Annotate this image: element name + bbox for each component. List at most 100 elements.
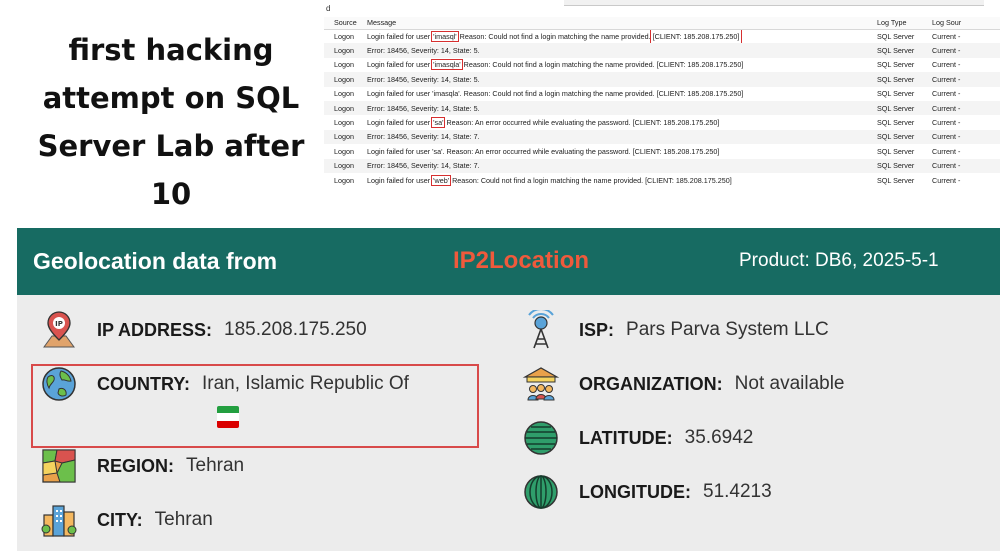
city-field: CITY: Tehran [39, 500, 213, 540]
cell-source: Logon [324, 43, 364, 58]
client-address: [CLIENT: 185.208.175.250] [632, 118, 720, 128]
table-row[interactable]: Logon Login failed for user 'imasql' Reas… [324, 29, 1000, 44]
longitude-label: LONGITUDE: [579, 481, 691, 502]
table-row[interactable]: Logon Error: 18456, Severity: 14, State: … [324, 158, 1000, 173]
table-row[interactable]: Logon Error: 18456, Severity: 14, State: … [324, 100, 1000, 116]
caption-line: attempt on SQL [42, 81, 300, 115]
product-version: Product: DB6, 2025-5-1 [739, 250, 939, 271]
ip-address-label: IP ADDRESS: [97, 319, 213, 340]
cell-message: Login failed for user 'imasql' Reason: C… [364, 29, 874, 44]
latitude-field: LATITUDE: 35.6942 [521, 418, 753, 458]
cell-log-type: SQL Server [877, 175, 915, 185]
event-log-table: Source Message Log Type Log Sour Logon Lo… [324, 17, 1000, 187]
highlighted-username: 'imasqla' [431, 59, 463, 71]
table-row[interactable]: Logon Login failed for user 'web' Reason:… [324, 173, 1000, 187]
cell-log-type: SQL Server [877, 31, 915, 41]
isp-field: ISP: Pars Parva System LLC [521, 310, 829, 350]
cell-log-source: Current - [929, 158, 1000, 173]
city-label: CITY: [97, 509, 143, 530]
cell-message: Login failed for user 'imasqla' Reason: … [364, 58, 874, 72]
cell-log-source: Current - [932, 175, 961, 185]
cell-source: Logon [324, 100, 364, 116]
region-label: REGION: [97, 455, 175, 476]
highlighted-username: 'sa' [431, 117, 446, 129]
organization-building-icon [521, 364, 561, 404]
country-highlight-box [31, 364, 479, 448]
cell-log-type: SQL Server [877, 118, 915, 128]
organization-value: Not available [734, 373, 845, 394]
region-map-icon [39, 446, 79, 486]
latitude-globe-icon [521, 418, 561, 458]
column-header-log-source[interactable]: Log Sour [929, 17, 1000, 30]
latitude-label: LATITUDE: [579, 427, 673, 448]
table-row[interactable]: Logon Login failed for user 'imasqla'. Re… [324, 87, 1000, 101]
organization-field: ORGANIZATION: Not available [521, 364, 845, 404]
cell-log-source: Current - [932, 118, 961, 128]
cell-log-source: Current - [929, 129, 1000, 145]
cell-log-type: SQL Server [877, 89, 915, 99]
cell-log-source: Current - [929, 100, 1000, 116]
cell-log-type: SQL Server [877, 60, 915, 70]
cell-source: Logon [324, 129, 364, 145]
cell-message: Login failed for user 'sa' Reason: An er… [364, 115, 874, 129]
message-text: Login failed for user [367, 31, 433, 41]
cell-log-source: Current - [932, 60, 961, 70]
cell-message: Error: 18456, Severity: 14, State: 7. [364, 129, 874, 145]
highlighted-username: 'web' [431, 174, 452, 186]
table-row[interactable]: Logon Login failed for user 'imasqla' Rea… [324, 58, 1000, 72]
longitude-field: LONGITUDE: 51.4213 [521, 472, 772, 512]
column-header-source[interactable]: Source [324, 17, 364, 30]
cell-log-source: Current - [932, 89, 961, 99]
caption-line: Server Lab after 10 [37, 129, 305, 211]
cell-source: Logon [334, 89, 354, 99]
cell-source: Logon [334, 118, 354, 128]
ip2location-brand[interactable]: IP2Location [453, 247, 589, 275]
column-header-message[interactable]: Message [364, 17, 874, 30]
caption-line: first hacking [68, 33, 274, 67]
cell-source: Logon [334, 146, 354, 156]
cell-source: Logon [334, 175, 354, 185]
region-value: Tehran [186, 455, 245, 476]
cell-source: Logon [334, 60, 354, 70]
region-field: REGION: Tehran [39, 446, 244, 486]
cell-log-type: SQL Server [874, 158, 929, 173]
column-header-log-type[interactable]: Log Type [874, 17, 929, 30]
event-log-screenshot: d Source Message Log Type Log Sour Logon… [324, 0, 1000, 206]
cell-source: Logon [324, 158, 364, 173]
message-text: Login failed for user [367, 60, 433, 70]
isp-label: ISP: [579, 319, 615, 340]
table-row[interactable]: Logon Error: 18456, Severity: 14, State: … [324, 72, 1000, 87]
table-row[interactable]: Logon Error: 18456, Severity: 14, State: … [324, 129, 1000, 145]
message-text: Reason: Could not find a login matching … [457, 31, 653, 41]
highlighted-username: 'imasql' [431, 30, 459, 42]
cell-source: Logon [324, 72, 364, 87]
cell-message: Login failed for user 'web' Reason: Coul… [364, 173, 874, 187]
message-text: Reason: Could not find a login matching … [450, 175, 646, 185]
cell-message: Error: 18456, Severity: 14, State: 7. [364, 158, 874, 173]
table-row[interactable]: Logon Error: 18456, Severity: 14, State: … [324, 43, 1000, 58]
ip-address-field: IP IP ADDRESS: 185.208.175.250 [39, 310, 367, 350]
client-address: [CLIENT: 185.208.175.250] [649, 29, 743, 44]
city-value: Tehran [154, 509, 213, 530]
client-address: [CLIENT: 185.208.175.250] [645, 175, 732, 185]
latitude-value: 35.6942 [684, 427, 754, 448]
table-row[interactable]: Logon Login failed for user 'sa'. Reason:… [324, 144, 1000, 158]
event-log-body: Logon Login failed for user 'imasql' Reas… [324, 29, 1000, 187]
message-text: Reason: Could not find a login matching … [461, 60, 657, 70]
cell-message: Error: 18456, Severity: 14, State: 5. [364, 43, 874, 58]
cut-off-row [335, 195, 985, 203]
cell-log-type: SQL Server [874, 43, 929, 58]
isp-value: Pars Parva System LLC [626, 319, 829, 340]
cell-log-type: SQL Server [874, 72, 929, 87]
table-row[interactable]: Logon Login failed for user 'sa' Reason: … [324, 115, 1000, 129]
cell-message: Error: 18456, Severity: 14, State: 5. [364, 72, 874, 87]
cell-message: Error: 18456, Severity: 14, State: 5. [364, 100, 874, 116]
cell-message: Login failed for user 'imasqla'. Reason:… [367, 89, 744, 99]
longitude-globe-icon [521, 472, 561, 512]
geo-title: Geolocation data from [33, 248, 278, 274]
cell-message: Login failed for user 'sa'. Reason: An e… [367, 146, 720, 156]
log-top-mark: d [326, 4, 331, 13]
geolocation-panel: Geolocation data from IP2Location Produc… [17, 228, 1000, 551]
cell-log-source: Current - [929, 43, 1000, 58]
organization-label: ORGANIZATION: [579, 373, 723, 394]
